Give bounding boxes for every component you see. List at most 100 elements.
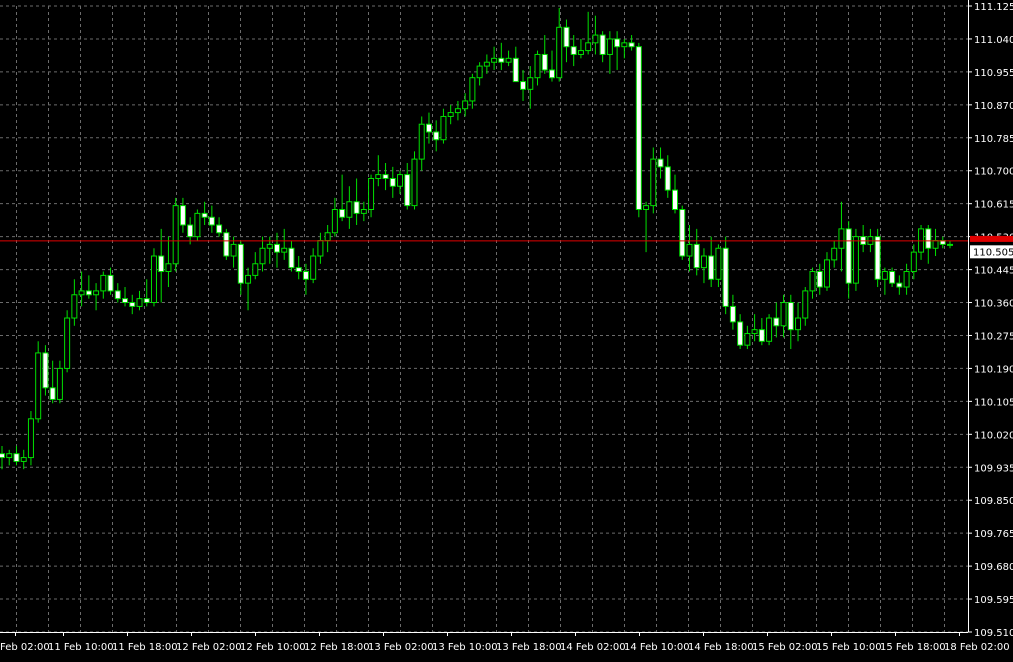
y-tick-label: 110.955: [974, 68, 1013, 79]
bull-candle-body: [6, 453, 13, 459]
bear-candle-body: [541, 53, 548, 71]
bear-candle-body: [107, 274, 114, 292]
bull-candle-body: [715, 247, 722, 280]
bear-candle-body: [708, 255, 715, 280]
bull-candle-body: [766, 317, 773, 342]
bear-candle-body: [570, 46, 577, 55]
x-tick-label: 15 Feb 02:00: [752, 642, 818, 653]
bear-candle-body: [339, 208, 346, 218]
candlestick-chart[interactable]: 111.125 111.040 110.955 110.870 110.785 110.7…: [0, 0, 1013, 658]
bull-candle-body: [838, 228, 845, 249]
bear-candle-body: [433, 131, 440, 141]
y-tick-label: 110.700: [974, 167, 1013, 178]
bear-candle-body: [787, 302, 794, 331]
bull-candle-body: [71, 294, 78, 319]
bull-candle-body: [136, 298, 143, 307]
bull-candle-body: [368, 177, 375, 210]
bull-candle-body: [93, 290, 100, 296]
bear-candle-body: [122, 298, 129, 304]
y-tick-label: 109.680: [974, 562, 1013, 573]
bull-candle-body: [346, 201, 353, 218]
bull-candle-body: [245, 274, 252, 284]
bull-candle-body: [700, 255, 707, 269]
bull-candle-body: [505, 57, 512, 63]
bull-candle-body: [606, 38, 613, 55]
bear-candle-body: [302, 271, 309, 280]
bear-candle-body: [628, 42, 635, 48]
x-tick-label: 13 Feb 02:00: [368, 642, 434, 653]
bull-candle-body: [527, 77, 534, 90]
bull-candle-body: [310, 255, 317, 280]
bull-candle-body: [418, 123, 425, 160]
bear-candle-body: [889, 271, 896, 284]
bull-candle-body: [447, 112, 454, 117]
bull-candle-body: [910, 251, 917, 273]
bear-candle-body: [158, 255, 165, 273]
bull-candle-body: [686, 243, 693, 257]
bear-candle-body: [614, 38, 621, 48]
bull-candle-body: [621, 42, 628, 48]
bear-candle-body: [635, 46, 642, 210]
bear-candle-body: [179, 205, 186, 226]
bull-candle-body: [491, 57, 498, 63]
y-tick-label: 110.360: [974, 299, 1013, 310]
bear-candle-body: [273, 243, 280, 253]
bear-candle-body: [42, 352, 49, 389]
bull-candle-body: [230, 243, 237, 257]
bear-candle-body: [874, 236, 881, 280]
bull-candle-body: [650, 158, 657, 207]
bear-candle-body: [520, 81, 527, 90]
x-tick-label: 13 Feb 18:00: [496, 642, 562, 653]
bull-candle-body: [744, 333, 751, 346]
bear-candle-body: [498, 57, 505, 63]
x-tick-label: Feb 02:00: [0, 642, 50, 653]
bull-candle-body: [194, 212, 201, 238]
bull-candle-body: [881, 271, 888, 280]
bear-candle-body: [512, 57, 519, 83]
bull-candle-body: [317, 240, 324, 257]
bear-candle-body: [143, 298, 150, 304]
bear-candle-body: [49, 387, 56, 400]
bear-candle-body: [129, 302, 136, 307]
bull-candle-body: [64, 317, 71, 369]
bull-candle-body: [903, 271, 910, 288]
bear-candle-body: [216, 224, 223, 234]
bear-candle-body: [295, 267, 302, 273]
bear-candle-body: [773, 317, 780, 327]
bull-candle-body: [440, 115, 447, 141]
bull-candle-body: [592, 34, 599, 44]
chart-canvas[interactable]: 111.125 111.040 110.955 110.870 110.785 110.7…: [0, 0, 1013, 658]
bull-candle-body: [78, 290, 85, 296]
bull-candle-body: [172, 205, 179, 265]
bull-candle-body: [331, 208, 338, 234]
bear-candle-body: [816, 271, 823, 288]
x-tick-label: 12 Feb 10:00: [240, 642, 306, 653]
x-tick-label: 14 Feb 02:00: [560, 642, 626, 653]
y-tick-label: 109.765: [974, 529, 1013, 540]
bid-price-marker: [970, 235, 1013, 242]
bull-candle-body: [823, 259, 830, 288]
bull-candle-body: [266, 243, 273, 249]
bull-candle-body: [585, 42, 592, 52]
x-tick-label: 12 Feb 18:00: [304, 642, 370, 653]
bull-candle-body: [751, 329, 758, 335]
bear-candle-body: [208, 216, 215, 226]
bear-candle-body: [382, 174, 389, 179]
bull-candle-body: [375, 174, 382, 179]
bull-candle-body: [150, 255, 157, 304]
bull-candle-body: [397, 174, 404, 187]
bear-candle-body: [223, 232, 230, 257]
bear-candle-body: [896, 282, 903, 288]
bull-candle-body: [852, 236, 859, 284]
bear-candle-body: [13, 453, 20, 462]
bear-candle-body: [425, 123, 432, 133]
bull-candle-body: [462, 100, 469, 110]
bear-candle-body: [722, 247, 729, 307]
x-tick-label: 15 Feb 18:00: [880, 642, 946, 653]
bear-candle-body: [85, 290, 92, 296]
x-tick-label: 14 Feb 10:00: [624, 642, 690, 653]
y-tick-label: 111.040: [974, 35, 1013, 46]
bear-candle-body: [353, 201, 360, 214]
current-price-label: 110.505: [973, 247, 1013, 258]
y-tick-label: 111.125: [974, 2, 1013, 13]
